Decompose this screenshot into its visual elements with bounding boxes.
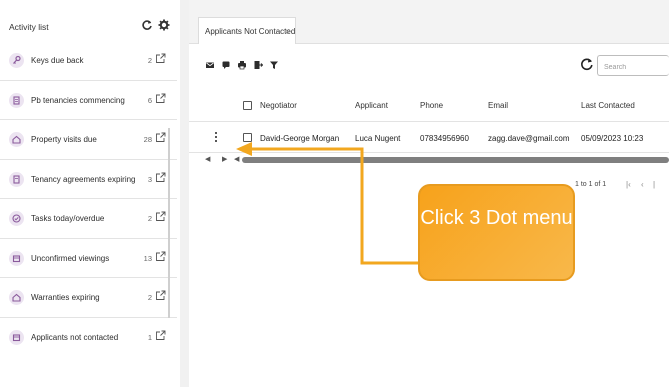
print-icon[interactable]: [237, 60, 247, 70]
contract-icon: [9, 171, 24, 187]
open-external-icon[interactable]: [155, 132, 166, 143]
sidebar-item-applicants-not-contacted[interactable]: Applicants not contacted 1: [0, 318, 177, 358]
open-external-icon[interactable]: [155, 251, 166, 262]
tab-label: Applicants Not Contacted: [205, 27, 296, 36]
scroll-left-icon[interactable]: ◀: [234, 156, 242, 164]
scrollbar-thumb[interactable]: [242, 157, 669, 163]
sidebar-item-warranties[interactable]: Warranties expiring 2: [0, 278, 177, 318]
cell-phone: 07834956960: [420, 134, 469, 143]
open-external-icon[interactable]: [155, 330, 166, 341]
sidebar-item-count: 2: [147, 214, 152, 223]
column-applicant[interactable]: Applicant: [355, 101, 388, 110]
open-external-icon[interactable]: [155, 93, 166, 104]
sidebar-item-label: Warranties expiring: [31, 293, 100, 302]
sms-icon[interactable]: [221, 60, 231, 70]
sidebar-item-label: Pb tenancies commencing: [31, 95, 125, 105]
table-row[interactable]: David-George Morgan Luca Nugent 07834956…: [189, 123, 669, 153]
scroll-left-icon[interactable]: ◀: [205, 156, 213, 164]
grid-header: Negotiator Applicant Phone Email Last Co…: [189, 90, 669, 122]
first-page-button[interactable]: |‹: [626, 180, 631, 189]
sidebar-item-tenancy-agreements[interactable]: Tenancy agreements expiring 3: [0, 160, 177, 199]
export-icon[interactable]: [253, 60, 263, 70]
sidebar-item-pb-tenancies[interactable]: Pb tenancies commencing 6: [0, 81, 177, 120]
sidebar-item-count: 1: [147, 332, 152, 342]
refresh-icon[interactable]: [580, 57, 594, 71]
sidebar-header: Activity list: [0, 0, 177, 44]
pager-info: 1 to 1 of 1: [575, 181, 607, 188]
email-icon[interactable]: [205, 60, 215, 70]
panel-divider: [180, 0, 189, 387]
search-box[interactable]: [597, 55, 669, 77]
tab-bar: Applicants Not Contacted x: [189, 0, 669, 44]
house-icon: [9, 290, 24, 305]
callout-text: Click 3 Dot menu: [420, 207, 573, 229]
sidebar-item-tasks[interactable]: Tasks today/overdue 2: [0, 199, 177, 239]
sidebar-item-property-visits[interactable]: Property visits due 28: [0, 120, 177, 160]
sidebar-item-count: 2: [147, 56, 152, 65]
horizontal-scrollbar[interactable]: ◀ ▶ ◀: [201, 156, 669, 164]
open-external-icon[interactable]: [155, 290, 166, 301]
calendar-icon: [9, 250, 24, 266]
document-icon: [9, 92, 24, 108]
open-external-icon[interactable]: [155, 211, 166, 222]
select-all-checkbox[interactable]: [243, 101, 252, 110]
filter-icon[interactable]: [269, 60, 279, 70]
key-icon: [9, 53, 24, 68]
house-icon: [9, 132, 24, 147]
three-dot-menu-icon[interactable]: [213, 132, 219, 144]
sidebar-item-label: Unconfirmed viewings: [31, 253, 110, 263]
sidebar-item-count: 6: [147, 95, 152, 105]
sidebar-item-label: Applicants not contacted: [31, 332, 119, 342]
sidebar-item-label: Keys due back: [31, 56, 84, 65]
activity-sidebar: Activity list Keys due back 2 Pb tenanci…: [0, 0, 177, 387]
column-last-contacted[interactable]: Last Contacted: [581, 101, 635, 110]
close-icon[interactable]: x: [285, 26, 290, 36]
search-input[interactable]: [598, 58, 658, 77]
column-negotiator[interactable]: Negotiator: [260, 101, 297, 110]
refresh-icon[interactable]: [141, 19, 153, 31]
sidebar-scrollbar[interactable]: [168, 128, 170, 318]
row-checkbox[interactable]: [243, 133, 252, 142]
sidebar-item-count: 13: [143, 253, 152, 263]
open-external-icon[interactable]: [155, 53, 166, 64]
sidebar-item-keys-due-back[interactable]: Keys due back 2: [0, 41, 177, 81]
open-external-icon[interactable]: [155, 172, 166, 183]
sidebar-item-label: Tasks today/overdue: [31, 214, 105, 223]
sidebar-item-unconfirmed-viewings[interactable]: Unconfirmed viewings 13: [0, 239, 177, 278]
sidebar-item-count: 3: [147, 174, 152, 184]
gear-icon[interactable]: [158, 19, 170, 31]
next-page-button[interactable]: |: [653, 180, 655, 189]
check-circle-icon: [9, 211, 24, 226]
tab-applicants-not-contacted[interactable]: Applicants Not Contacted x: [198, 17, 296, 44]
cell-applicant: Luca Nugent: [355, 134, 401, 143]
sidebar-item-label: Property visits due: [31, 135, 97, 144]
sidebar-item-count: 2: [147, 293, 152, 302]
cell-negotiator: David-George Morgan: [260, 134, 340, 143]
sidebar-item-count: 28: [143, 135, 152, 144]
scroll-right-icon[interactable]: ▶: [222, 156, 230, 164]
cell-email: zagg.dave@gmail.com: [488, 134, 570, 143]
cell-last-contacted: 05/09/2023 10:23: [581, 134, 644, 143]
annotation-callout: Click 3 Dot menu: [418, 184, 575, 281]
calendar-icon: [9, 329, 24, 345]
column-phone[interactable]: Phone: [420, 101, 443, 110]
column-email[interactable]: Email: [488, 101, 508, 110]
sidebar-title: Activity list: [9, 22, 49, 32]
sidebar-item-label: Tenancy agreements expiring: [31, 174, 136, 184]
prev-page-button[interactable]: ‹: [641, 180, 644, 189]
